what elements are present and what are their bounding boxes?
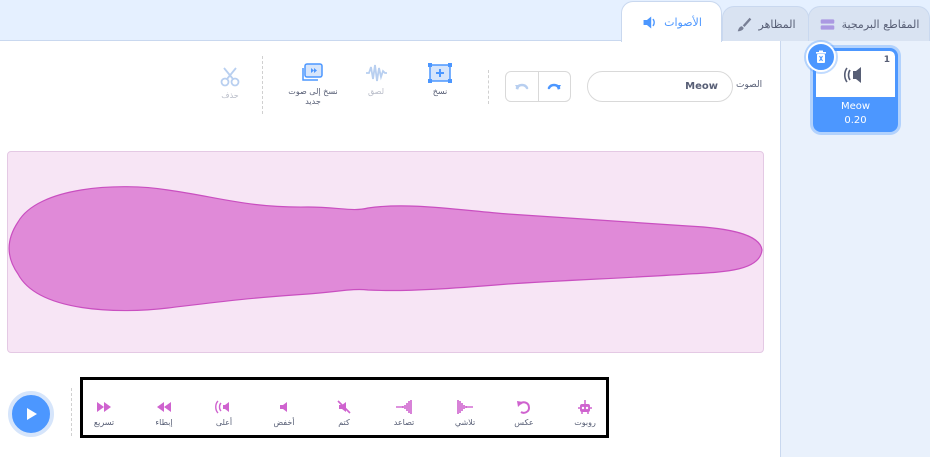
effect-label: روبوت	[574, 418, 596, 427]
undo-button[interactable]	[506, 72, 538, 101]
effect-label: كتم	[338, 418, 350, 427]
sound-list-sidebar: 1 Meow 0.20	[780, 41, 930, 457]
tab-costumes[interactable]: المظاهر	[722, 6, 809, 41]
code-blocks-icon	[820, 18, 834, 30]
effect-slower-button[interactable]: إبطاء	[139, 399, 189, 427]
redo-icon	[548, 83, 562, 90]
mute-icon	[337, 400, 351, 414]
fade-out-icon	[457, 400, 473, 414]
fade-in-icon	[396, 400, 412, 414]
tab-costumes-label: المظاهر	[758, 17, 796, 31]
play-icon	[27, 408, 37, 420]
louder-icon	[215, 400, 229, 414]
sound-tile-duration: 0.20	[844, 115, 867, 126]
speaker-icon	[643, 16, 655, 28]
effect-louder-button[interactable]: أعلى	[199, 399, 249, 427]
effect-label: إبطاء	[155, 418, 173, 427]
effect-label: عكس	[514, 418, 534, 427]
sound-tile-name: Meow	[840, 101, 871, 112]
effect-label: تلاشي	[454, 418, 476, 427]
paintbrush-icon	[737, 17, 751, 31]
sound-name-input[interactable]	[587, 71, 733, 102]
effect-mute-button[interactable]: كتم	[319, 399, 369, 427]
robot-icon	[578, 400, 592, 414]
effect-robot-button[interactable]: روبوت	[560, 399, 610, 427]
paste-label: لصق	[367, 87, 385, 96]
effect-fade-in-button[interactable]: تصاعد	[379, 399, 429, 427]
toolbar-divider	[488, 70, 489, 104]
effect-label: تصاعد	[393, 418, 415, 427]
delete-cut-button[interactable]: حذف	[214, 66, 246, 101]
tab-sounds-label: الأصوات	[664, 15, 702, 29]
copy-to-new-button[interactable]: نسخ إلى صوت جديد	[282, 62, 344, 107]
redo-button[interactable]	[537, 72, 570, 101]
softer-icon	[280, 402, 287, 412]
tab-code[interactable]: المقاطع البرمجية	[808, 6, 930, 41]
sound-name-label: الصوت	[736, 80, 763, 90]
effects-bar: روبوت عكس تلاشي تصاعد كتم أخفض أعلى إبطا…	[80, 377, 609, 438]
slower-icon	[157, 402, 171, 412]
play-divider	[71, 388, 72, 436]
tab-bar: المقاطع البرمجية المظاهر الأصوات	[0, 0, 930, 42]
copy-button[interactable]: نسخ	[425, 62, 455, 97]
waveform-shape	[8, 186, 763, 312]
undo-icon	[514, 83, 529, 90]
trash-icon	[816, 50, 826, 63]
paste-button[interactable]: لصق	[358, 62, 394, 97]
undo-redo-group	[505, 71, 571, 102]
effect-fade-out-button[interactable]: تلاشي	[440, 399, 490, 427]
copy-selection-icon	[428, 63, 452, 83]
scissors-icon	[220, 67, 240, 87]
waveform	[8, 186, 763, 312]
effect-label: تسريع	[93, 418, 115, 427]
waveform-area[interactable]	[7, 151, 764, 353]
sound-index: 1	[883, 55, 890, 65]
speaker-icon	[843, 67, 861, 83]
effect-softer-button[interactable]: أخفض	[259, 399, 309, 427]
effect-label: أعلى	[215, 418, 233, 427]
effect-label: أخفض	[273, 418, 295, 427]
reverse-icon	[517, 401, 531, 414]
tab-code-label: المقاطع البرمجية	[841, 17, 920, 31]
effect-reverse-button[interactable]: عكس	[499, 399, 549, 427]
copy-to-new-sound-icon	[302, 63, 323, 81]
copy-label: نسخ	[432, 87, 448, 96]
faster-icon	[97, 402, 111, 412]
delete-label: حذف	[221, 91, 239, 100]
delete-sound-button[interactable]	[806, 42, 836, 72]
effect-faster-button[interactable]: تسريع	[79, 399, 129, 427]
tab-sounds[interactable]: الأصوات	[621, 1, 722, 42]
toolbar-divider	[262, 56, 263, 114]
play-button[interactable]	[8, 391, 54, 437]
paste-icon	[366, 64, 387, 82]
copy-to-new-label: نسخ إلى صوت جديد	[288, 87, 338, 106]
